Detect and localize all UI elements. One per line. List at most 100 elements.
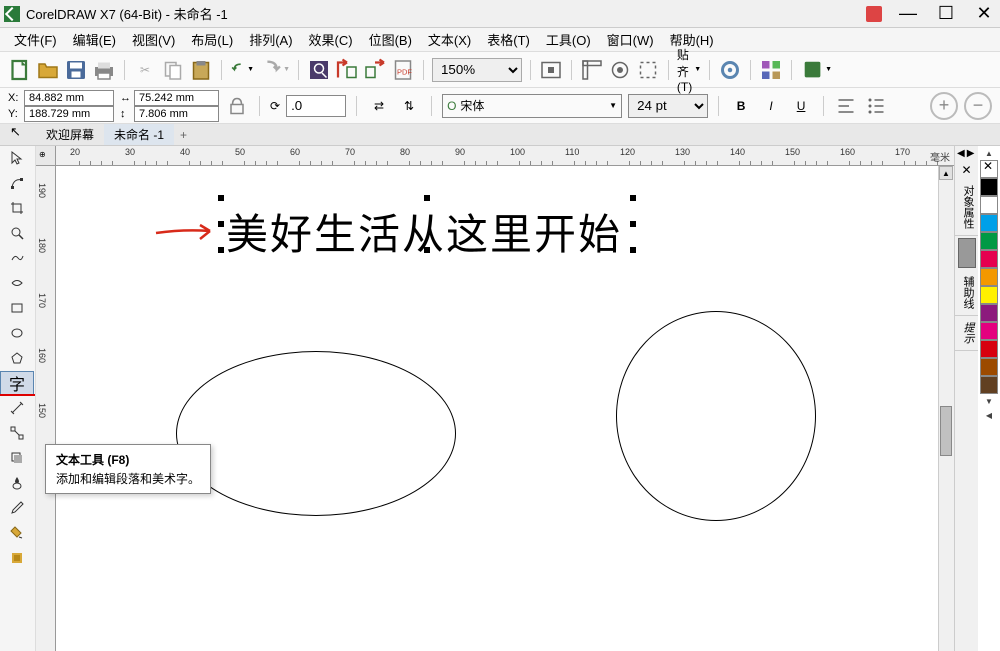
crop-tool[interactable] bbox=[0, 196, 34, 220]
close-button[interactable]: ✕ bbox=[972, 4, 996, 24]
tab-new[interactable]: + bbox=[174, 126, 193, 144]
open-icon[interactable] bbox=[36, 58, 60, 82]
vertical-scrollbar[interactable]: ▲ bbox=[938, 166, 954, 651]
save-icon[interactable] bbox=[64, 58, 88, 82]
color-swatch[interactable] bbox=[980, 268, 998, 286]
paste-icon[interactable] bbox=[189, 58, 213, 82]
scroll-thumb[interactable] bbox=[940, 406, 952, 456]
width-input[interactable] bbox=[134, 90, 219, 106]
ellipse-object[interactable] bbox=[176, 351, 456, 516]
cut-icon[interactable]: ✂ bbox=[133, 58, 157, 82]
pick-tool[interactable] bbox=[0, 146, 34, 170]
zoom-tool[interactable] bbox=[0, 221, 34, 245]
handle-top-right[interactable] bbox=[630, 195, 636, 201]
new-icon[interactable] bbox=[8, 58, 32, 82]
text-tool[interactable]: 字 bbox=[0, 371, 34, 395]
y-position-input[interactable] bbox=[24, 106, 114, 122]
color-swatch[interactable] bbox=[980, 232, 998, 250]
show-grid-icon[interactable] bbox=[608, 58, 632, 82]
freehand-tool[interactable] bbox=[0, 246, 34, 270]
color-swatch[interactable] bbox=[980, 304, 998, 322]
palette-scroll-up-icon[interactable]: ▲ bbox=[980, 147, 998, 159]
search-content-icon[interactable] bbox=[307, 58, 331, 82]
zoom-select[interactable]: 150% bbox=[432, 58, 522, 82]
launcher-icon[interactable] bbox=[759, 58, 783, 82]
color-swatch[interactable] bbox=[980, 376, 998, 394]
options-icon[interactable] bbox=[718, 58, 742, 82]
mirror-h-icon[interactable]: ⇄ bbox=[367, 94, 391, 118]
handle-bottom-left[interactable] bbox=[218, 247, 224, 253]
show-rulers-icon[interactable] bbox=[580, 58, 604, 82]
color-swatch[interactable] bbox=[980, 196, 998, 214]
menu-effects[interactable]: 效果(C) bbox=[301, 28, 361, 51]
snap-to-button[interactable]: 贴齐(T) ▼ bbox=[677, 58, 701, 82]
no-fill-swatch[interactable] bbox=[980, 160, 998, 178]
menu-view[interactable]: 视图(V) bbox=[124, 28, 183, 51]
horizontal-ruler[interactable]: ⊕ 20304050607080901001101201301401501601… bbox=[36, 146, 954, 166]
bullets-icon[interactable] bbox=[864, 94, 888, 118]
color-swatch[interactable] bbox=[980, 178, 998, 196]
color-swatch[interactable] bbox=[980, 322, 998, 340]
color-swatch[interactable] bbox=[980, 358, 998, 376]
menu-tools[interactable]: 工具(O) bbox=[538, 28, 599, 51]
handle-bottom-right[interactable] bbox=[630, 247, 636, 253]
panel-guidelines[interactable]: 辅助线 bbox=[955, 270, 978, 316]
smart-fill-tool[interactable] bbox=[0, 546, 34, 570]
fullscreen-icon[interactable] bbox=[539, 58, 563, 82]
docker-close-icon[interactable]: ✕ bbox=[955, 161, 978, 179]
ellipse-tool[interactable] bbox=[0, 321, 34, 345]
bold-icon[interactable]: B bbox=[729, 94, 753, 118]
palette-scroll-down-icon[interactable]: ▼ bbox=[980, 395, 998, 407]
menu-edit[interactable]: 编辑(E) bbox=[65, 28, 124, 51]
publish-pdf-icon[interactable]: PDF bbox=[391, 58, 415, 82]
alignment-icon[interactable] bbox=[834, 94, 858, 118]
font-size-select[interactable]: 24 pt bbox=[628, 94, 708, 118]
menu-text[interactable]: 文本(X) bbox=[420, 28, 479, 51]
tab-welcome[interactable]: 欢迎屏幕 bbox=[36, 124, 104, 145]
print-icon[interactable] bbox=[92, 58, 116, 82]
docker-menu-icon[interactable]: ▶ bbox=[967, 148, 975, 159]
color-swatch[interactable] bbox=[980, 340, 998, 358]
parallel-dimension-tool[interactable] bbox=[0, 396, 34, 420]
transparency-tool[interactable] bbox=[0, 471, 34, 495]
drop-shadow-tool[interactable] bbox=[0, 446, 34, 470]
menu-layout[interactable]: 布局(L) bbox=[183, 28, 241, 51]
height-input[interactable] bbox=[134, 106, 219, 122]
show-guidelines-icon[interactable] bbox=[636, 58, 660, 82]
copy-icon[interactable] bbox=[161, 58, 185, 82]
user-icon[interactable] bbox=[866, 6, 882, 22]
rectangle-tool[interactable] bbox=[0, 296, 34, 320]
tab-document[interactable]: 未命名 -1 bbox=[104, 124, 174, 145]
shape-tool[interactable] bbox=[0, 171, 34, 195]
panel-object-properties[interactable]: 对象属性 bbox=[955, 179, 978, 236]
polygon-tool[interactable] bbox=[0, 346, 34, 370]
eyedropper-tool[interactable] bbox=[0, 496, 34, 520]
docker-toggle-icon[interactable]: ◀ bbox=[957, 148, 965, 159]
undo-icon[interactable]: ▼ bbox=[230, 58, 254, 82]
color-swatch[interactable] bbox=[980, 214, 998, 232]
underline-icon[interactable]: U bbox=[789, 94, 813, 118]
app-launcher-icon[interactable]: ▼ bbox=[800, 58, 832, 82]
palette-expand-icon[interactable]: ◀ bbox=[980, 409, 998, 421]
panel-hints[interactable]: 提示 bbox=[955, 316, 978, 351]
connector-tool[interactable] bbox=[0, 421, 34, 445]
artistic-media-tool[interactable] bbox=[0, 271, 34, 295]
redo-icon[interactable]: ▼ bbox=[258, 58, 290, 82]
italic-icon[interactable]: I bbox=[759, 94, 783, 118]
vertical-ruler[interactable]: 190180170160150 bbox=[36, 166, 56, 651]
add-button[interactable]: + bbox=[930, 92, 958, 120]
mirror-v-icon[interactable]: ⇅ bbox=[397, 94, 421, 118]
handle-top-left[interactable] bbox=[218, 195, 224, 201]
menu-file[interactable]: 文件(F) bbox=[6, 28, 65, 51]
color-swatch[interactable] bbox=[980, 250, 998, 268]
scroll-up-icon[interactable]: ▲ bbox=[939, 166, 953, 180]
menu-table[interactable]: 表格(T) bbox=[479, 28, 538, 51]
handle-mid-left[interactable] bbox=[218, 221, 224, 227]
menu-bitmaps[interactable]: 位图(B) bbox=[361, 28, 420, 51]
import-icon[interactable] bbox=[335, 58, 359, 82]
color-swatch[interactable] bbox=[980, 286, 998, 304]
maximize-button[interactable]: ☐ bbox=[934, 4, 958, 24]
circle-object[interactable] bbox=[616, 311, 816, 521]
remove-button[interactable]: − bbox=[964, 92, 992, 120]
pick-tool-tab-icon[interactable]: ↖ bbox=[0, 124, 31, 139]
